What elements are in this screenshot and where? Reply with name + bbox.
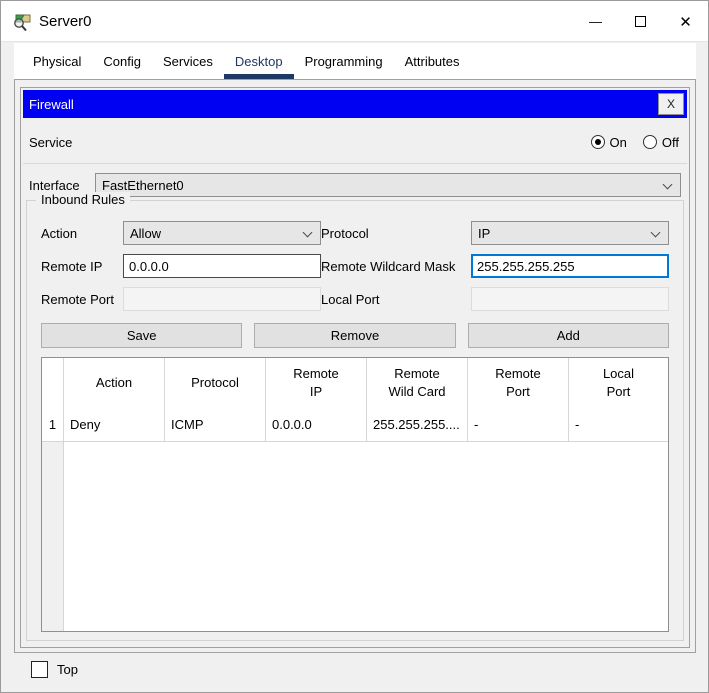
firewall-titlebar: Firewall X	[23, 90, 687, 118]
service-radio-group: On Off	[591, 135, 679, 150]
desktop-tab-panel: Firewall X Service On Off	[14, 79, 696, 653]
action-selected-value: Allow	[130, 226, 161, 241]
remote-ip-cell: 0.0.0.0	[266, 408, 367, 442]
row-number-header	[42, 358, 64, 408]
action-label: Action	[41, 226, 123, 241]
row-number-cell: 1	[42, 408, 64, 442]
protocol-label: Protocol	[321, 226, 471, 241]
action-select[interactable]: Allow	[123, 221, 321, 245]
window-controls: — ✕	[573, 1, 708, 42]
service-separator	[23, 163, 687, 164]
maximize-icon	[635, 16, 646, 27]
remote-wildcard-mask-input[interactable]	[471, 254, 669, 278]
remove-button[interactable]: Remove	[254, 323, 455, 348]
local-port-label: Local Port	[321, 292, 471, 307]
minimize-button[interactable]: —	[573, 1, 618, 42]
row-number-gutter	[42, 442, 64, 631]
protocol-selected-value: IP	[478, 226, 490, 241]
remote-ip-label: Remote IP	[41, 259, 123, 274]
service-off-label: Off	[662, 135, 679, 150]
service-on-label: On	[610, 135, 627, 150]
rules-table-empty-area	[42, 442, 668, 631]
protocol-select[interactable]: IP	[471, 221, 669, 245]
remote-port-label: Remote Port	[41, 292, 123, 307]
service-off-option[interactable]: Off	[643, 135, 679, 150]
save-button[interactable]: Save	[41, 323, 242, 348]
interface-label: Interface	[29, 178, 87, 193]
remote-port-column-header: Remote Port	[468, 358, 569, 408]
tab-physical[interactable]: Physical	[22, 43, 92, 79]
inbound-rules-groupbox: Inbound Rules Action Allow Protocol IP	[26, 200, 684, 641]
tab-services[interactable]: Services	[152, 43, 224, 79]
top-checkbox[interactable]	[31, 661, 48, 678]
interface-selected-value: FastEthernet0	[102, 178, 184, 193]
rule-buttons: Save Remove Add	[41, 323, 669, 348]
service-row: Service On Off	[23, 121, 687, 163]
remote-wildcard-cell: 255.255.255....	[367, 408, 468, 442]
action-column-header: Action	[64, 358, 165, 408]
packet-tracer-device-icon	[12, 11, 33, 32]
top-checkbox-label: Top	[57, 662, 78, 677]
remote-wildcard-column-header: Remote Wild Card	[367, 358, 468, 408]
maximize-button[interactable]	[618, 1, 663, 42]
rules-table-header: Action Protocol Remote IP Remote Wild Ca…	[42, 358, 668, 408]
add-button[interactable]: Add	[468, 323, 669, 348]
chevron-down-icon	[663, 180, 673, 190]
protocol-column-header: Protocol	[165, 358, 266, 408]
firewall-app-frame: Firewall X Service On Off	[20, 87, 690, 648]
close-button[interactable]: ✕	[663, 1, 708, 42]
service-on-option[interactable]: On	[591, 135, 627, 150]
chevron-down-icon	[651, 228, 661, 238]
radio-on-icon[interactable]	[591, 135, 605, 149]
rule-form: Action Allow Protocol IP Remote IP Remot	[41, 221, 669, 311]
rules-table: Action Protocol Remote IP Remote Wild Ca…	[41, 357, 669, 632]
close-icon: ✕	[679, 13, 692, 31]
inbound-rules-body: Action Allow Protocol IP Remote IP Remot	[41, 221, 669, 632]
local-port-input	[471, 287, 669, 311]
window-title: Server0	[39, 1, 92, 42]
action-cell: Deny	[64, 408, 165, 442]
top-option: Top	[31, 661, 78, 678]
service-label: Service	[29, 135, 72, 150]
table-row[interactable]: 1 Deny ICMP 0.0.0.0 255.255.255.... - -	[42, 408, 668, 442]
tab-desktop[interactable]: Desktop	[224, 43, 294, 79]
tab-bar: Physical Config Services Desktop Program…	[14, 43, 696, 79]
inbound-rules-legend: Inbound Rules	[36, 192, 130, 207]
radio-off-icon[interactable]	[643, 135, 657, 149]
minimize-icon: —	[589, 14, 602, 29]
remote-port-cell: -	[468, 408, 569, 442]
remote-ip-input[interactable]	[123, 254, 321, 278]
local-port-cell: -	[569, 408, 668, 442]
interface-select[interactable]: FastEthernet0	[95, 173, 681, 197]
tab-programming[interactable]: Programming	[294, 43, 394, 79]
remote-ip-column-header: Remote IP	[266, 358, 367, 408]
firewall-app-title: Firewall	[23, 97, 74, 112]
chevron-down-icon	[303, 228, 313, 238]
tab-attributes[interactable]: Attributes	[394, 43, 471, 79]
tab-config[interactable]: Config	[92, 43, 152, 79]
titlebar: Server0 — ✕	[1, 1, 708, 42]
remote-port-input	[123, 287, 321, 311]
rules-table-body	[64, 442, 668, 631]
local-port-column-header: Local Port	[569, 358, 668, 408]
server-window: Server0 — ✕ Physical Config Services Des…	[0, 0, 709, 693]
protocol-cell: ICMP	[165, 408, 266, 442]
firewall-close-button[interactable]: X	[658, 93, 684, 115]
remote-wildcard-mask-label: Remote Wildcard Mask	[321, 259, 471, 274]
